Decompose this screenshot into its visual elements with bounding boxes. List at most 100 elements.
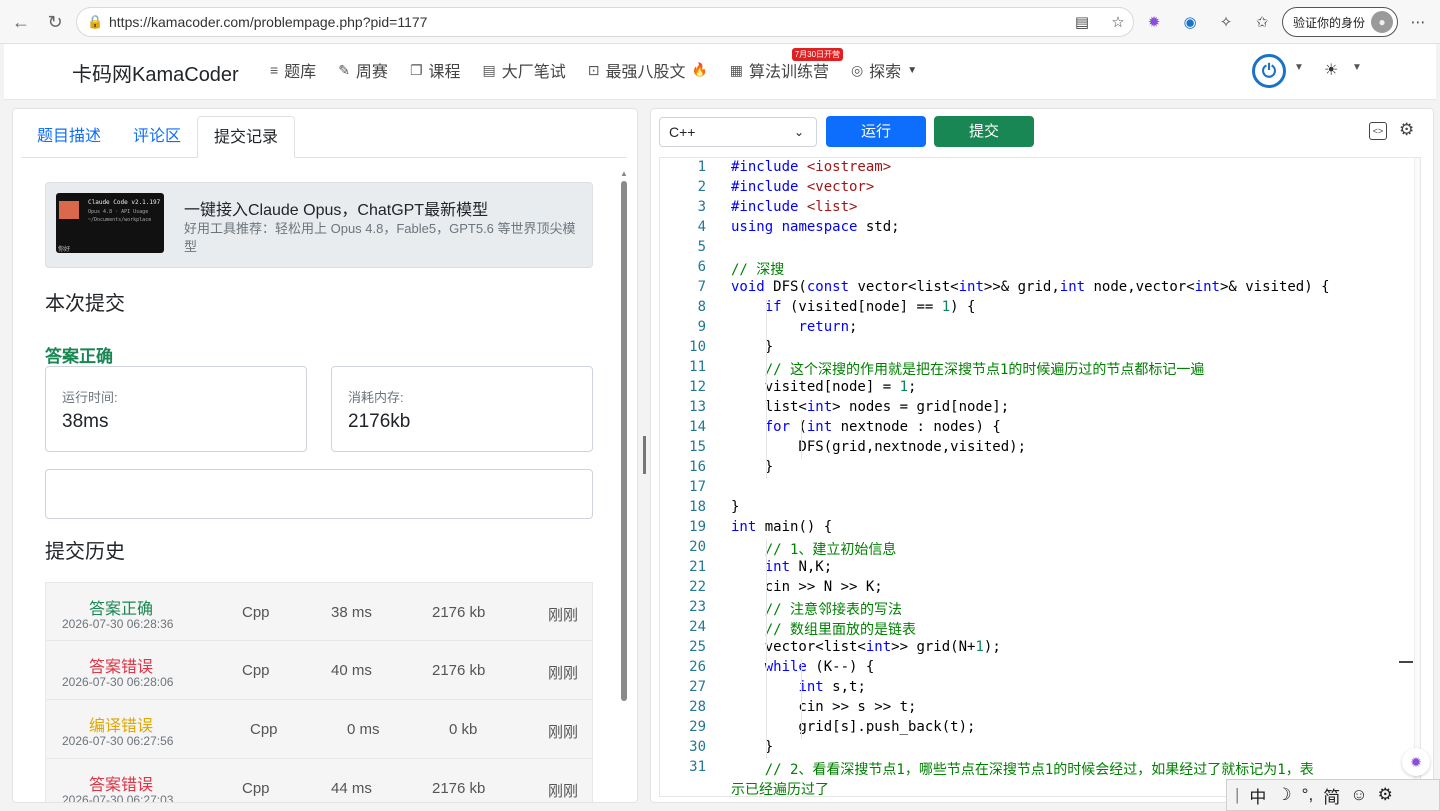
history-memory: 2176 kb	[432, 780, 486, 797]
back-arrow-icon[interactable]: ←	[6, 7, 36, 37]
reload-icon[interactable]: ↻	[40, 7, 70, 37]
assistant-brain-icon[interactable]: ✹	[1402, 748, 1430, 776]
line-number: 4	[697, 219, 706, 235]
history-row[interactable]: 答案错误 2026-07-30 06:28:06 Cpp 40 ms 2176 kb 刚刚	[45, 641, 593, 700]
code-line[interactable]: grid[s].push_back(t);	[731, 719, 975, 735]
nav-training-camp[interactable]: ▦ 算法训练营 7月30日开营	[730, 48, 844, 82]
code-line[interactable]: #include <vector>	[731, 179, 874, 195]
extension-brain-icon[interactable]: ✹	[1138, 6, 1170, 38]
line-number: 27	[689, 679, 706, 695]
code-line[interactable]: for (int nextnode : nodes) {	[731, 419, 1001, 435]
ime-mode[interactable]: 中	[1249, 783, 1266, 808]
code-editor[interactable]: 1 #include <iostream> 2 #include <vector> 3 #…	[659, 157, 1421, 797]
code-line[interactable]: // 数组里面放的是链表	[731, 619, 916, 639]
code-line[interactable]: }	[731, 499, 739, 515]
nav-label: 题库	[284, 64, 317, 81]
runtime-value: 38ms	[62, 411, 109, 432]
history-time: 0 ms	[347, 721, 380, 738]
more-menu-icon[interactable]: ⋯	[1402, 6, 1434, 38]
code-view-icon[interactable]: <>	[1369, 122, 1387, 140]
history-memory: 2176 kb	[432, 604, 486, 621]
favorite-star-icon[interactable]: ☆	[1102, 6, 1134, 38]
code-line[interactable]: list<int> nodes = grid[node];	[731, 399, 1009, 415]
nav-eight-part[interactable]: ⊡ 最强八股文 🔥	[588, 58, 708, 82]
panel-tabs: 题目描述 评论区 提交记录	[21, 116, 627, 158]
panel-resize-handle[interactable]	[643, 436, 646, 474]
ime-emoji-icon[interactable]: ☺	[1350, 785, 1367, 805]
url-text: https://kamacoder.com/problempage.php?pi…	[109, 14, 428, 30]
tab-submissions[interactable]: 提交记录	[197, 116, 296, 158]
line-number: 3	[697, 199, 706, 215]
line-number: 29	[689, 719, 706, 735]
ime-moon-icon[interactable]: ☽	[1276, 785, 1291, 805]
history-row[interactable]: 答案错误 2026-07-30 06:27:03 Cpp 44 ms 2176 kb 刚刚	[45, 759, 593, 802]
nav-problems[interactable]: ≡ 题库	[270, 58, 316, 82]
line-number: 19	[689, 519, 706, 535]
history-status[interactable]: 答案正确	[89, 595, 153, 619]
nav-courses[interactable]: ❐ 课程	[410, 58, 461, 82]
ime-divider: |	[1235, 785, 1240, 804]
settings-gear-icon[interactable]: ⚙	[1399, 120, 1414, 140]
code-line[interactable]: void DFS(const vector<list<int>>& grid,i…	[731, 279, 1330, 295]
code-line[interactable]: cin >> s >> t;	[731, 699, 916, 715]
history-row[interactable]: 编译错误 2026-07-30 06:27:56 Cpp 0 ms 0 kb 刚刚	[45, 700, 593, 759]
ime-simplified[interactable]: 简	[1323, 783, 1340, 808]
code-line[interactable]: while (K--) {	[731, 659, 875, 675]
reader-icon[interactable]: ▤	[1066, 6, 1098, 38]
run-button[interactable]: 运行	[826, 116, 926, 147]
code-line[interactable]: int s,t;	[731, 679, 865, 695]
ime-punct[interactable]: °,	[1302, 785, 1314, 805]
nav-explore[interactable]: ◎ 探索 ▼	[851, 58, 917, 82]
profile-verify-button[interactable]: 验证你的身份 ●	[1281, 7, 1398, 37]
theme-sun-icon[interactable]: ☀	[1324, 60, 1338, 80]
chevron-down-icon[interactable]: ▼	[1352, 62, 1362, 73]
code-line[interactable]: DFS(grid,nextnode,visited);	[731, 439, 1026, 455]
code-line[interactable]: cin >> N >> K;	[731, 579, 883, 595]
code-line[interactable]: 示已经遍历过了	[731, 779, 829, 796]
nav-written-exams[interactable]: ▤ 大厂笔试	[483, 58, 566, 82]
scrollbar-thumb[interactable]	[621, 181, 627, 701]
history-status[interactable]: 答案错误	[89, 771, 153, 795]
scroll-up-arrow-icon[interactable]: ▲	[620, 169, 628, 178]
editor-scrollbar[interactable]	[1414, 158, 1420, 796]
code-line[interactable]: // 2、看看深搜节点1，哪些节点在深搜节点1的时候会经过，如果经过了就标记为1…	[731, 759, 1314, 779]
user-power-icon[interactable]: ⏻	[1252, 54, 1286, 88]
code-line[interactable]: // 1、建立初始信息	[731, 539, 897, 559]
code-line[interactable]: using namespace std;	[731, 219, 900, 235]
code-line[interactable]: #include <iostream>	[731, 159, 891, 175]
ad-title: 一键接入Claude Opus，ChatGPT最新模型	[184, 202, 489, 219]
line-number: 17	[689, 479, 706, 495]
compass-icon: ◎	[850, 61, 864, 78]
code-line[interactable]: visited[node] = 1;	[731, 379, 917, 395]
code-line[interactable]: if (visited[node] == 1) {	[731, 299, 976, 315]
brand-logo[interactable]: 卡码网KamaCoder	[72, 58, 239, 87]
code-line[interactable]: // 这个深搜的作用就是把在深搜节点1的时候遍历过的节点都标记一遍	[731, 359, 1205, 379]
scrollbar[interactable]: ▲	[619, 169, 629, 802]
code-line[interactable]: int main() {	[731, 519, 832, 535]
code-line[interactable]: int N,K;	[731, 559, 832, 575]
ime-settings-icon[interactable]: ⚙	[1378, 785, 1393, 805]
chevron-down-icon[interactable]: ▼	[1294, 62, 1304, 73]
submit-button[interactable]: 提交	[934, 116, 1034, 147]
extensions-puzzle-icon[interactable]: ✧	[1210, 6, 1242, 38]
address-bar[interactable]: 🔒 https://kamacoder.com/problempage.php?…	[76, 7, 1134, 37]
extension-w-icon[interactable]: ◉	[1174, 6, 1206, 38]
code-line[interactable]: // 注意邻接表的写法	[731, 599, 902, 619]
tab-comments[interactable]: 评论区	[117, 116, 197, 157]
code-line[interactable]: // 深搜	[731, 259, 784, 279]
history-status[interactable]: 答案错误	[89, 653, 153, 677]
favorites-icon[interactable]: ✩	[1246, 6, 1278, 38]
language-select[interactable]: C++ ⌄	[659, 117, 817, 147]
submissions-content[interactable]: Claude Code v2.1.197 Opus 4.8 · API Usag…	[13, 161, 637, 802]
code-line[interactable]: #include <list>	[731, 199, 857, 215]
memory-value: 2176kb	[348, 411, 411, 432]
code-line[interactable]: return;	[731, 319, 857, 335]
nav-weekly[interactable]: ✎ 周赛	[338, 58, 388, 82]
line-number: 18	[689, 499, 706, 515]
code-line[interactable]: vector<list<int>> grid(N+1);	[731, 639, 1001, 655]
line-number: 8	[697, 299, 706, 315]
history-status[interactable]: 编译错误	[89, 712, 153, 736]
history-row[interactable]: 答案正确 2026-07-30 06:28:36 Cpp 38 ms 2176 kb 刚刚	[45, 582, 593, 641]
ad-banner[interactable]: Claude Code v2.1.197 Opus 4.8 · API Usag…	[45, 182, 593, 268]
tab-description[interactable]: 题目描述	[21, 116, 117, 157]
